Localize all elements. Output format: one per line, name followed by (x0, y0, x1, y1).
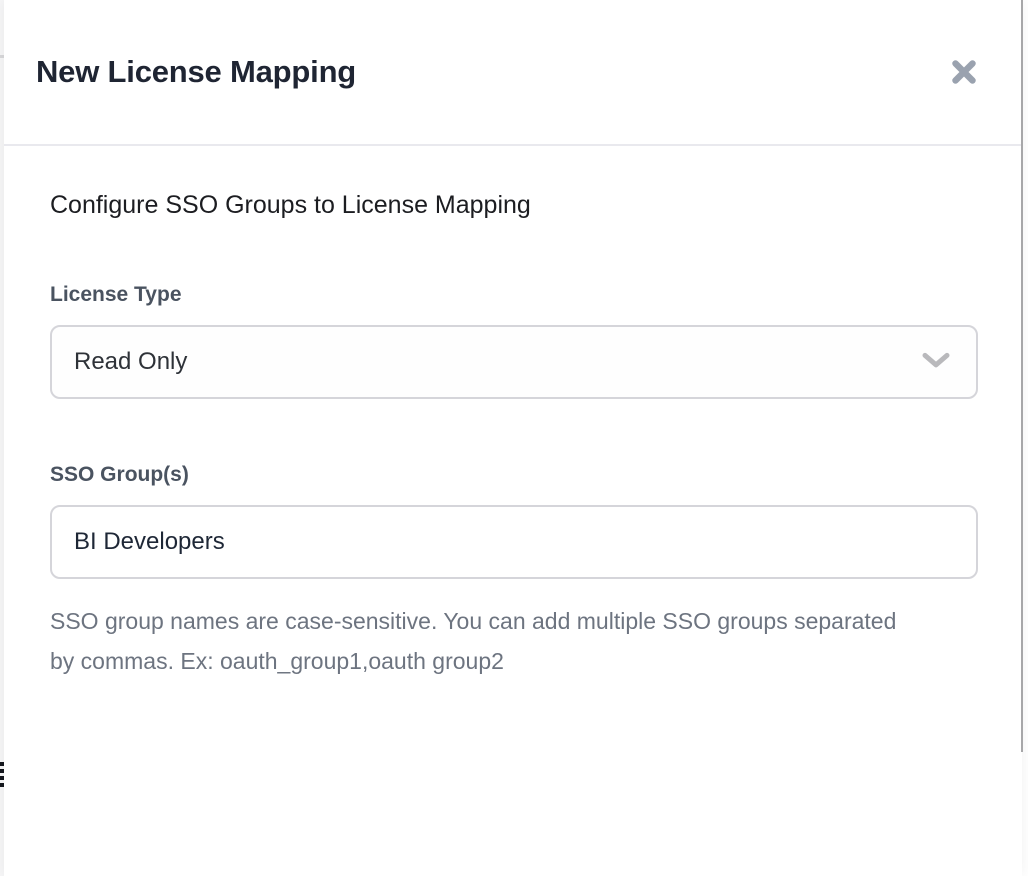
modal-body: Configure SSO Groups to License Mapping … (4, 188, 1022, 681)
sso-groups-input[interactable] (50, 505, 978, 579)
license-type-value: Read Only (74, 348, 187, 376)
chevron-down-icon (922, 352, 950, 373)
license-type-label: License Type (50, 281, 978, 309)
license-type-select[interactable]: Read Only (50, 325, 978, 399)
sso-groups-label: SSO Group(s) (50, 461, 978, 489)
sso-groups-helper-text: SSO group names are case-sensitive. You … (50, 601, 922, 681)
modal-subtitle: Configure SSO Groups to License Mapping (50, 188, 978, 222)
x-icon (949, 57, 979, 87)
close-button[interactable] (944, 52, 984, 92)
page-edge-line (1021, 0, 1023, 752)
modal-header: New License Mapping (4, 0, 1022, 146)
modal-title: New License Mapping (36, 54, 356, 90)
new-license-mapping-modal: New License Mapping Configure SSO Groups… (4, 0, 1022, 876)
